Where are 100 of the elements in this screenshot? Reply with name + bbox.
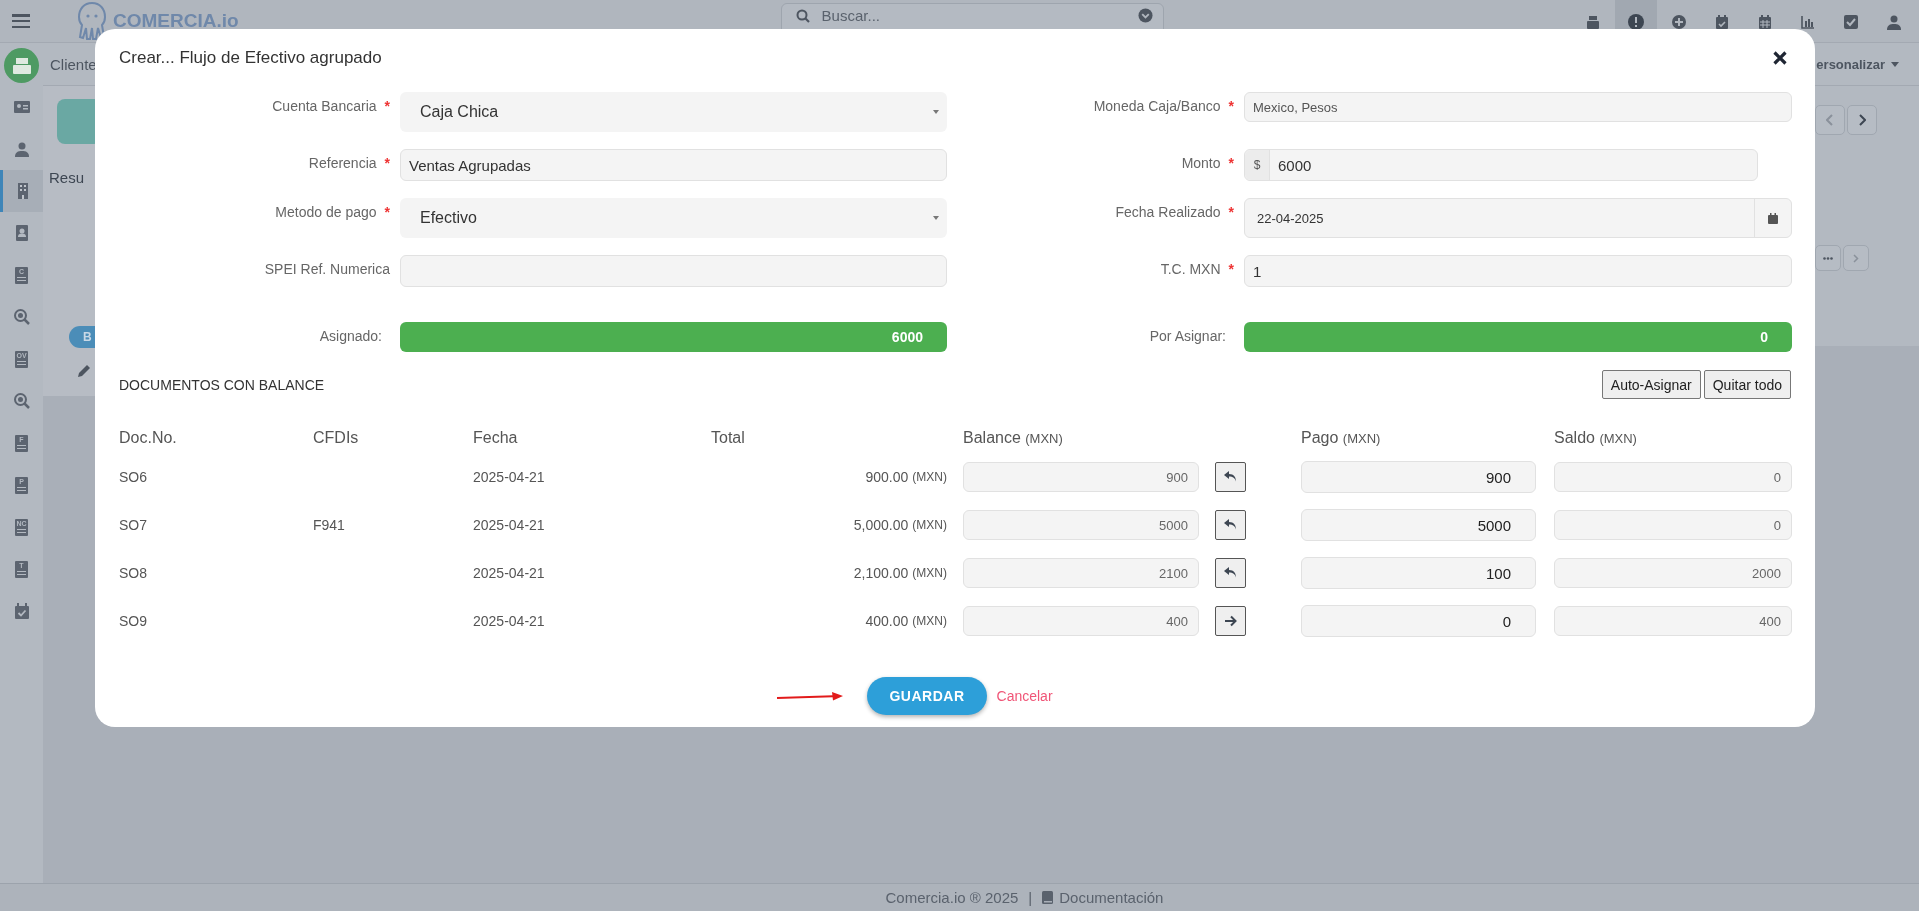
- required-mark: *: [384, 98, 390, 114]
- balance-field: 0: [1554, 462, 1792, 492]
- table-cell-text: 2025-04-21: [473, 612, 546, 631]
- table-cell-text: 5,000.00 (MXN): [852, 516, 947, 535]
- input-field[interactable]: 1: [1244, 255, 1792, 287]
- chevron-left-icon: [1826, 114, 1834, 126]
- undo-icon: [1223, 471, 1238, 483]
- select-field[interactable]: Caja Chica: [400, 92, 947, 132]
- required-mark: *: [384, 155, 390, 171]
- table-cell-text: 900.00 (MXN): [864, 468, 947, 487]
- arrow-right-icon: [1223, 615, 1238, 627]
- octopus-logo-icon: [75, 1, 109, 41]
- column-header: Total: [711, 429, 746, 447]
- required-mark: *: [1228, 98, 1234, 114]
- chevron-right-icon: [1853, 253, 1859, 263]
- chevron-down-icon[interactable]: [1137, 8, 1153, 23]
- amount-bar: 0: [1244, 322, 1792, 352]
- sidebar-item[interactable]: [0, 170, 43, 212]
- action-button[interactable]: Auto-Asignar: [1601, 370, 1701, 399]
- user-icon: [13, 141, 30, 157]
- cash-register-icon[interactable]: [4, 48, 39, 83]
- amount-bar: 6000: [400, 322, 947, 352]
- balance-field: 900: [963, 462, 1199, 492]
- search-field[interactable]: Buscar...: [819, 6, 1128, 25]
- table-cell-text: 2025-04-21: [473, 564, 546, 583]
- balance-field: 400: [963, 606, 1199, 636]
- payment-field[interactable]: 5000: [1301, 509, 1536, 541]
- payment-field[interactable]: 0: [1301, 605, 1536, 637]
- field-label: Cuenta Bancaria: [272, 98, 377, 114]
- undo-icon: [1223, 519, 1238, 531]
- menu-icon[interactable]: [12, 14, 30, 28]
- select-field[interactable]: Efectivo: [400, 198, 947, 238]
- next-button[interactable]: [1847, 105, 1877, 135]
- search-money-icon: [13, 309, 30, 325]
- balance-field: 2000: [1554, 558, 1792, 588]
- separator: |: [1028, 889, 1033, 906]
- input-field[interactable]: Ventas Agrupadas: [400, 149, 947, 181]
- date-field[interactable]: 22-04-2025: [1244, 198, 1792, 238]
- input-field[interactable]: Mexico, Pesos: [1244, 92, 1792, 122]
- chevron-right-icon: [1858, 114, 1866, 126]
- page-title: Cliente: [50, 55, 97, 73]
- table-cell-text: 2025-04-21: [473, 468, 546, 487]
- contacts-icon: [13, 225, 30, 241]
- undo-icon: [1223, 567, 1238, 579]
- required-mark: *: [384, 204, 390, 220]
- field-label: Por Asignar:: [1149, 328, 1226, 344]
- field-label: Metodo de pago: [275, 204, 377, 220]
- column-header: Balance (MXN): [963, 429, 1064, 447]
- column-header: Doc.No.: [119, 429, 178, 447]
- field-label: Referencia: [308, 155, 377, 171]
- input-field[interactable]: $ 6000: [1244, 149, 1758, 181]
- customize-dropdown[interactable]: ersonalizar: [1816, 56, 1899, 72]
- undo-button[interactable]: [1215, 510, 1246, 540]
- table-cell-text: 400.00 (MXN): [864, 612, 947, 631]
- balance-field: 5000: [963, 510, 1199, 540]
- field-label: T.C. MXN: [1160, 261, 1221, 277]
- search-money-icon: [13, 393, 30, 409]
- field-label: SPEI Ref. Numerica: [264, 261, 390, 277]
- calendar-check-icon: [13, 603, 30, 619]
- copyright-text: Comercia.io ® 2025: [885, 889, 1019, 906]
- action-button[interactable]: Quitar todo: [1703, 370, 1791, 399]
- balance-field: 400: [1554, 606, 1792, 636]
- column-header: Pago (MXN): [1301, 429, 1382, 447]
- field-label: Asignado:: [319, 328, 382, 344]
- required-mark: *: [1228, 261, 1234, 277]
- undo-button[interactable]: [1215, 462, 1246, 492]
- undo-button[interactable]: [1215, 558, 1246, 588]
- field-label: Fecha Realizado: [1115, 204, 1221, 220]
- assign-button[interactable]: [1215, 606, 1246, 636]
- column-header: Fecha: [473, 429, 519, 447]
- book-icon: [1042, 891, 1054, 904]
- table-cell-text: SO8: [119, 564, 148, 583]
- pencil-icon[interactable]: [77, 364, 91, 378]
- field-label: Moneda Caja/Banco: [1093, 98, 1221, 114]
- tab[interactable]: Resu: [49, 169, 85, 186]
- input-field[interactable]: [400, 255, 947, 287]
- required-mark: *: [1228, 155, 1234, 171]
- caret-icon: [933, 216, 939, 220]
- more-button[interactable]: [1815, 245, 1841, 271]
- close-icon[interactable]: [1773, 51, 1787, 65]
- payment-field[interactable]: 900: [1301, 461, 1536, 493]
- table-cell-text: 2,100.00 (MXN): [852, 564, 947, 583]
- caret-icon: [933, 110, 939, 114]
- field-label: Monto: [1181, 155, 1221, 171]
- dialog-title: Crear... Flujo de Efectivo agrupado: [119, 48, 382, 68]
- column-header: CFDIs: [313, 429, 360, 447]
- balance-field: 0: [1554, 510, 1792, 540]
- column-header: Saldo (MXN): [1554, 429, 1638, 447]
- table-cell: F941: [313, 517, 345, 533]
- id-card-icon: [13, 99, 30, 115]
- search-icon: [795, 8, 810, 23]
- calendar-icon: [1768, 212, 1778, 224]
- balance-field: 2100: [963, 558, 1199, 588]
- table-cell-text: SO6: [119, 468, 148, 487]
- table-cell-text: 2025-04-21: [473, 516, 546, 535]
- section-title: DOCUMENTOS CON BALANCE: [119, 376, 325, 393]
- table-cell-text: SO7: [119, 516, 148, 535]
- logo-text: COMERCIA.io: [113, 10, 239, 32]
- table-cell-text: SO9: [119, 612, 148, 631]
- payment-field[interactable]: 100: [1301, 557, 1536, 589]
